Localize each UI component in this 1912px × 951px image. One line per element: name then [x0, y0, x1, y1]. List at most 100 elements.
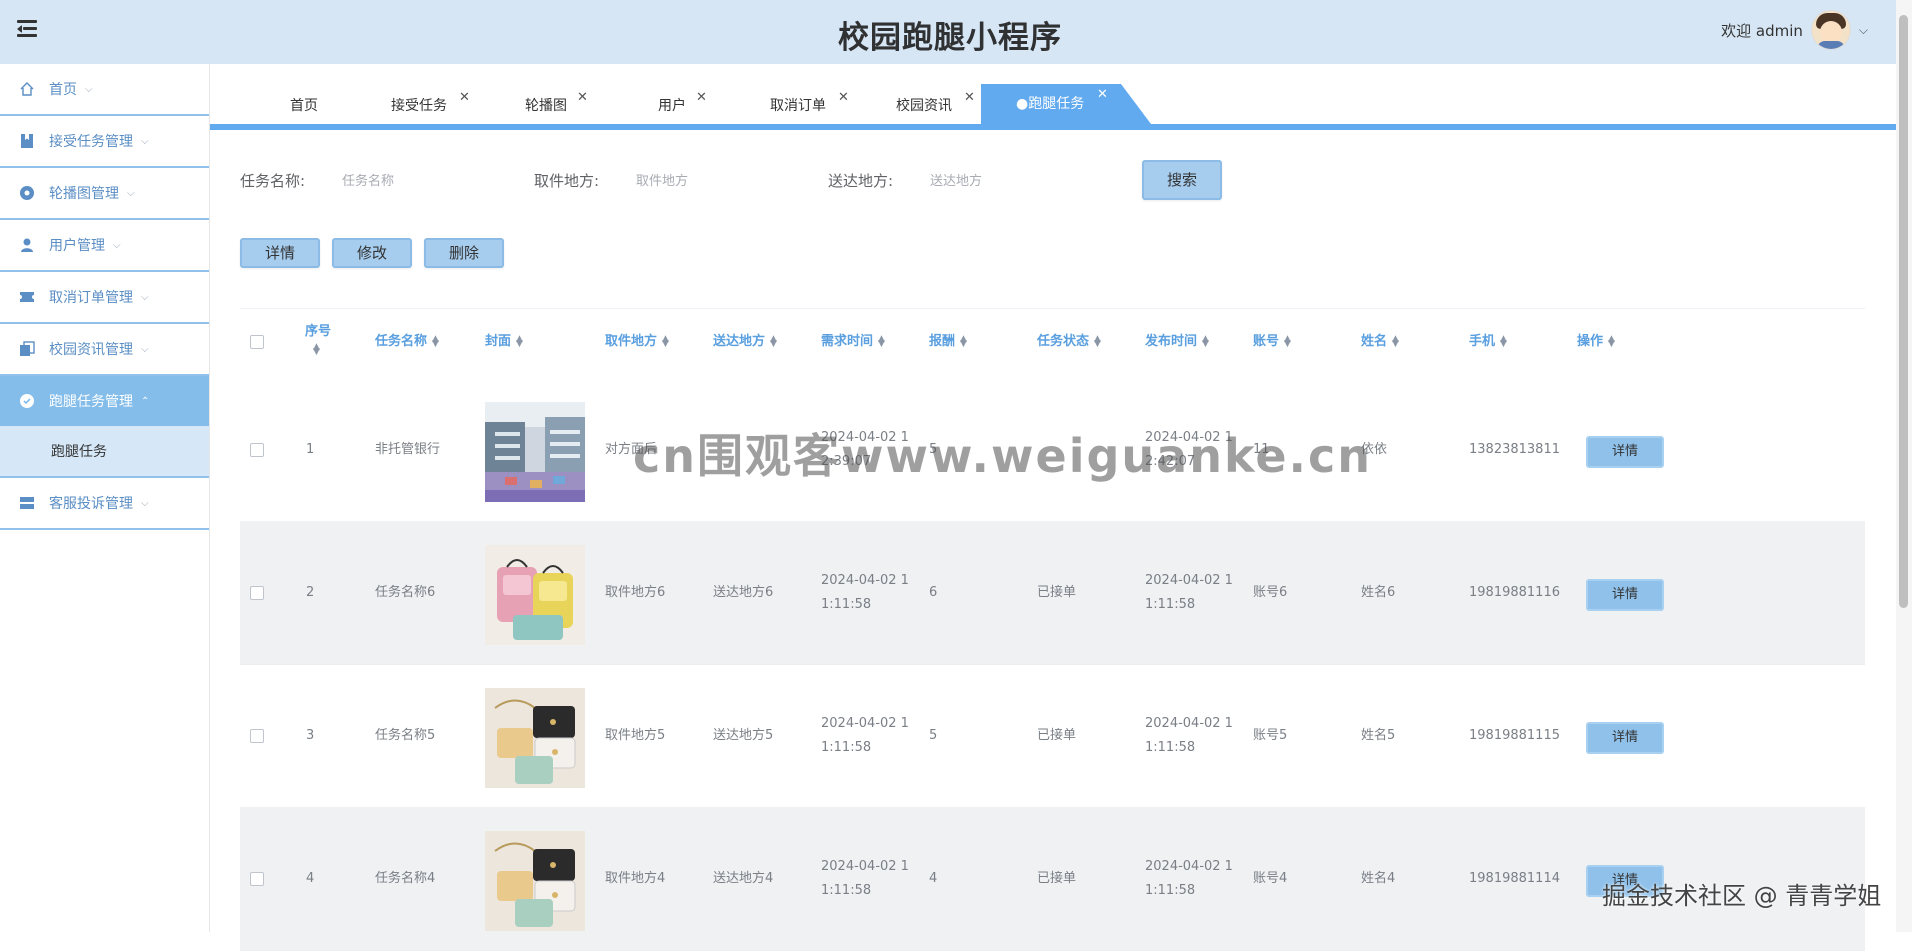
table-row[interactable]: 2 任务名称6 取件地方6 送达地方6 2024-04-02 1 1:11:58 …: [240, 521, 1865, 665]
chevron-down-icon: ⌵: [113, 239, 121, 251]
cell-pickup: 对方面后: [605, 442, 658, 457]
sort-icon[interactable]: ▲ ▼: [1500, 334, 1507, 348]
table-row[interactable]: 3 任务名称5 取件地方5 送达地方5 2024-04-02 1 1:11:58 …: [240, 664, 1865, 808]
edit-button[interactable]: 修改: [332, 238, 412, 268]
sort-icon[interactable]: ▲ ▼: [313, 342, 320, 356]
sidebar-item-errand-task[interactable]: 跑腿任务管理 ⌃: [0, 376, 209, 426]
chevron-down-icon: ⌵: [85, 83, 93, 95]
close-icon[interactable]: ✕: [1097, 84, 1108, 115]
avatar[interactable]: [1810, 10, 1851, 50]
column-header[interactable]: 封面 ▲ ▼: [485, 333, 523, 351]
sort-icon[interactable]: ▲ ▼: [1392, 334, 1399, 348]
column-header[interactable]: 序号 ▲ ▼: [305, 323, 335, 359]
delivery-input[interactable]: [928, 165, 1102, 197]
scrollbar-thumb[interactable]: [1899, 15, 1908, 608]
bookmark-icon: [19, 133, 35, 149]
cell-publish-time: 2024-04-02 1 1:11:58: [1145, 573, 1233, 612]
sort-icon[interactable]: ▲ ▼: [662, 334, 669, 348]
tab-home[interactable]: 首页: [290, 88, 318, 124]
row-detail-button[interactable]: 详情: [1586, 436, 1664, 468]
delete-button[interactable]: 删除: [424, 238, 504, 268]
sidebar-item-carousel[interactable]: 轮播图管理 ⌵: [0, 168, 209, 220]
column-header[interactable]: 任务状态 ▲ ▼: [1037, 333, 1101, 351]
close-icon[interactable]: ✕: [838, 80, 849, 116]
chevron-up-icon: ⌃: [141, 395, 150, 407]
chevron-down-icon: ⌵: [141, 497, 149, 509]
pickup-input[interactable]: [634, 165, 808, 197]
table-row[interactable]: 1 非托管银行 对方面后 2024-04-02 1 2:39:07 5 2024-…: [240, 378, 1865, 522]
sidebar-item-accept-task[interactable]: 接受任务管理 ⌵: [0, 116, 209, 168]
chevron-down-icon[interactable]: ⌵: [1859, 23, 1868, 38]
cell-publish-time: 2024-04-02 1 1:11:58: [1145, 716, 1233, 755]
detail-button[interactable]: 详情: [240, 238, 320, 268]
sidebar-item-complaints[interactable]: 客服投诉管理 ⌵: [0, 478, 209, 530]
cell-pickup: 取件地方4: [605, 871, 666, 886]
sidebar-item-users[interactable]: 用户管理 ⌵: [0, 220, 209, 272]
sort-icon[interactable]: ▲ ▼: [432, 334, 439, 348]
cell-need-time: 2024-04-02 1 2:39:07: [821, 430, 909, 469]
sort-icon[interactable]: ▲ ▼: [1284, 334, 1291, 348]
cover-image[interactable]: [485, 831, 585, 931]
cover-image[interactable]: [485, 402, 585, 502]
row-checkbox[interactable]: [250, 872, 264, 886]
column-header[interactable]: 发布时间 ▲ ▼: [1145, 333, 1209, 351]
sidebar-subitem-errand-task[interactable]: 跑腿任务: [0, 426, 209, 478]
row-detail-button[interactable]: 详情: [1586, 722, 1664, 754]
close-icon[interactable]: ✕: [964, 80, 975, 116]
sidebar-item-home[interactable]: 首页 ⌵: [0, 64, 209, 116]
cell-status: 已接单: [1037, 871, 1077, 886]
column-header[interactable]: 操作 ▲ ▼: [1577, 333, 1615, 351]
task-name-input[interactable]: [340, 165, 514, 197]
search-button[interactable]: 搜索: [1142, 160, 1222, 200]
row-detail-button[interactable]: 详情: [1586, 579, 1664, 611]
sidebar-item-label: 取消订单管理: [49, 290, 133, 306]
tab-carousel[interactable]: 轮播图 ✕: [525, 88, 588, 124]
row-checkbox[interactable]: [250, 586, 264, 600]
sort-icon[interactable]: ▲ ▼: [770, 334, 777, 348]
tab-cancel-order[interactable]: 取消订单 ✕: [770, 88, 849, 124]
cell-delivery: 送达地方5: [713, 728, 774, 743]
close-icon[interactable]: ✕: [577, 80, 588, 116]
sort-icon[interactable]: ▲ ▼: [1094, 334, 1101, 348]
row-detail-button[interactable]: 详情: [1586, 865, 1664, 897]
chevron-down-icon: ⌵: [141, 343, 149, 355]
cover-image[interactable]: [485, 545, 585, 645]
column-header[interactable]: 账号 ▲ ▼: [1253, 333, 1291, 351]
tab-users[interactable]: 用户 ✕: [658, 88, 707, 124]
documents-icon: [19, 341, 35, 357]
column-header[interactable]: 送达地方 ▲ ▼: [713, 333, 777, 351]
table-row[interactable]: 4 任务名称4 取件地方4 送达地方4 2024-04-02 1 1:11:58 …: [240, 807, 1865, 951]
sort-icon[interactable]: ▲ ▼: [1202, 334, 1209, 348]
sidebar-item-cancel-order[interactable]: 取消订单管理 ⌵: [0, 272, 209, 324]
sort-icon[interactable]: ▲ ▼: [1608, 334, 1615, 348]
ticket-icon: [19, 289, 35, 305]
chevron-down-icon: ⌵: [141, 291, 149, 303]
column-header[interactable]: 手机 ▲ ▼: [1469, 333, 1507, 351]
close-icon[interactable]: ✕: [459, 80, 470, 116]
sidebar-item-label: 首页: [49, 82, 77, 98]
sidebar-item-campus-news[interactable]: 校园资讯管理 ⌵: [0, 324, 209, 376]
tab-errand-task[interactable]: ●跑腿任务 ✕: [981, 84, 1151, 124]
sort-icon[interactable]: ▲ ▼: [516, 334, 523, 348]
tab-accept-task[interactable]: 接受任务 ✕: [391, 88, 470, 124]
sort-icon[interactable]: ▲ ▼: [960, 334, 967, 348]
column-header[interactable]: 姓名 ▲ ▼: [1361, 333, 1399, 351]
tab-campus-news[interactable]: 校园资讯 ✕: [896, 88, 975, 124]
select-all-checkbox[interactable]: [250, 335, 264, 349]
cell-task-name: 任务名称4: [375, 871, 436, 886]
column-header[interactable]: 任务名称 ▲ ▼: [375, 333, 439, 351]
column-header[interactable]: 取件地方 ▲ ▼: [605, 333, 669, 351]
cell-reward: 5: [929, 728, 938, 743]
sort-icon[interactable]: ▲ ▼: [878, 334, 885, 348]
cell-need-time: 2024-04-02 1 1:11:58: [821, 859, 909, 898]
column-header[interactable]: 报酬 ▲ ▼: [929, 333, 967, 351]
cover-image[interactable]: [485, 688, 585, 788]
row-checkbox[interactable]: [250, 729, 264, 743]
page-scrollbar[interactable]: [1896, 0, 1912, 932]
cell-publish-time: 2024-04-02 1 1:11:58: [1145, 859, 1233, 898]
cell-index: 2: [306, 585, 315, 600]
close-icon[interactable]: ✕: [696, 80, 707, 116]
column-header[interactable]: 需求时间 ▲ ▼: [821, 333, 885, 351]
row-checkbox[interactable]: [250, 443, 264, 457]
user-menu[interactable]: 欢迎 admin ⌵: [1721, 10, 1868, 50]
